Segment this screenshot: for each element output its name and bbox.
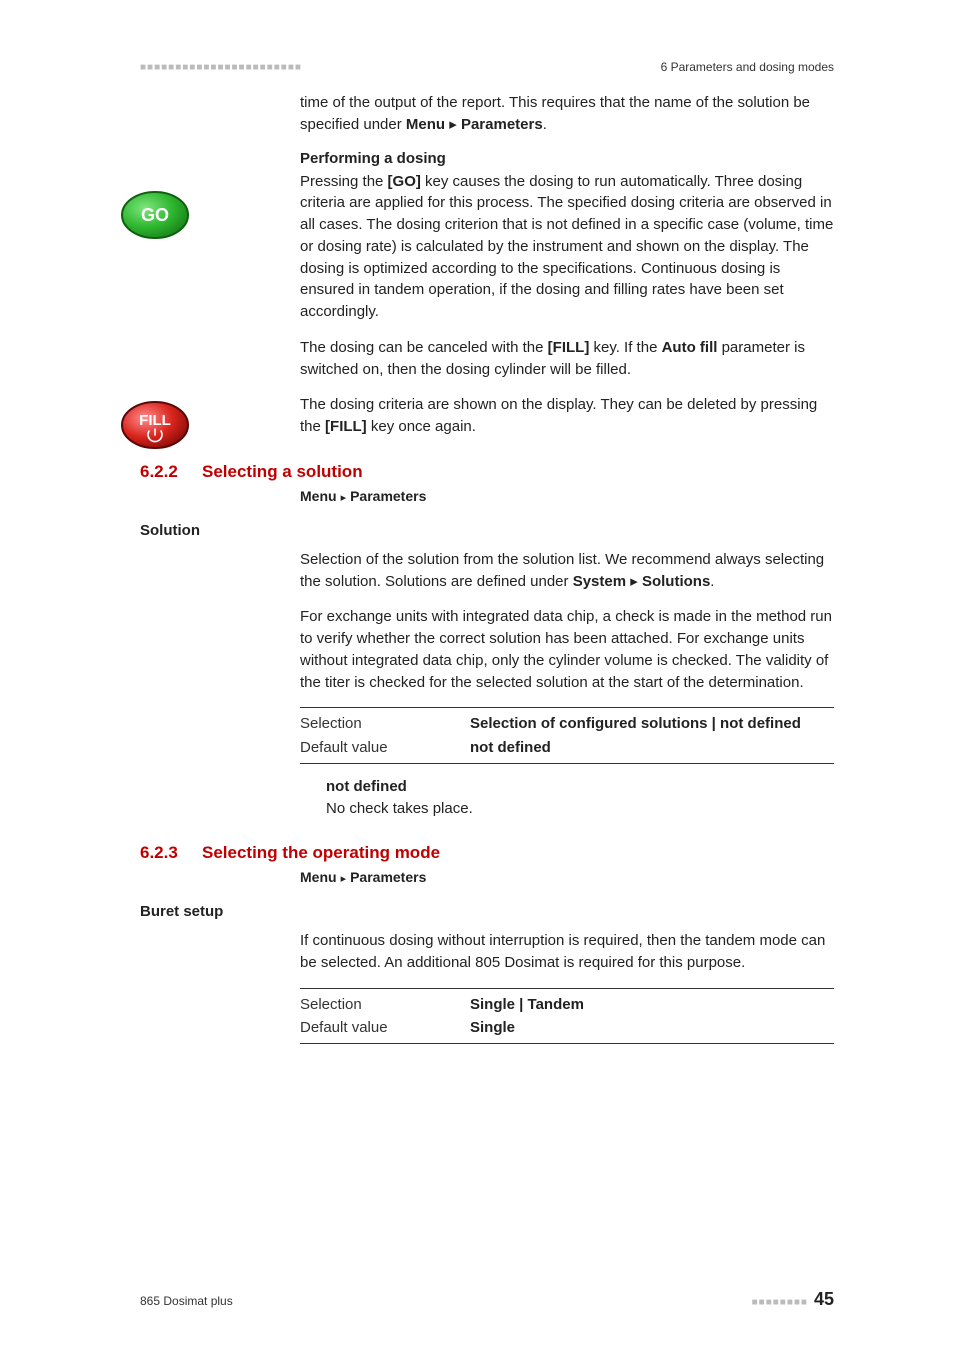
go-icon: GO bbox=[120, 190, 240, 240]
row-value: Selection of configured solutions | not … bbox=[470, 712, 801, 735]
breadcrumb-622: MenuParameters bbox=[300, 488, 834, 504]
row-value: Single | Tandem bbox=[470, 993, 584, 1016]
footer-page: ■■■■■■■■45 bbox=[752, 1289, 834, 1310]
row-label: Default value bbox=[300, 1016, 470, 1039]
svg-text:GO: GO bbox=[141, 205, 169, 225]
perform-p3: The dosing criteria are shown on the dis… bbox=[300, 394, 834, 438]
field-solution: Solution bbox=[140, 522, 834, 539]
breadcrumb-623: MenuParameters bbox=[300, 869, 834, 885]
svg-text:FILL: FILL bbox=[139, 412, 171, 429]
perform-p1: Pressing the [GO] key causes the dosing … bbox=[300, 171, 834, 323]
perform-p2: The dosing can be canceled with the [FIL… bbox=[300, 337, 834, 381]
definition-not-defined: not defined No check takes place. bbox=[326, 776, 834, 820]
fill-icon: FILL bbox=[120, 400, 240, 450]
row-label: Selection bbox=[300, 712, 470, 735]
row-label: Selection bbox=[300, 993, 470, 1016]
row-value: not defined bbox=[470, 736, 551, 759]
sec623-p1: If continuous dosing without interruptio… bbox=[300, 930, 834, 974]
performing-heading: Performing a dosing bbox=[300, 150, 834, 167]
param-table-623: Selection Single | Tandem Default value … bbox=[300, 988, 834, 1045]
header-chapter: 6 Parameters and dosing modes bbox=[661, 60, 834, 74]
row-label: Default value bbox=[300, 736, 470, 759]
header-dots: ■■■■■■■■■■■■■■■■■■■■■■■ bbox=[140, 62, 302, 73]
sec622-p2: For exchange units with integrated data … bbox=[300, 606, 834, 693]
param-table-622: Selection Selection of configured soluti… bbox=[300, 707, 834, 764]
footer-product: 865 Dosimat plus bbox=[140, 1294, 233, 1308]
heading-6-2-3: 6.2.3Selecting the operating mode bbox=[140, 843, 834, 863]
sec622-p1: Selection of the solution from the solut… bbox=[300, 549, 834, 593]
heading-6-2-2: 6.2.2Selecting a solution bbox=[140, 462, 834, 482]
field-buret-setup: Buret setup bbox=[140, 903, 834, 920]
row-value: Single bbox=[470, 1016, 515, 1039]
intro-paragraph: time of the output of the report. This r… bbox=[300, 92, 834, 136]
